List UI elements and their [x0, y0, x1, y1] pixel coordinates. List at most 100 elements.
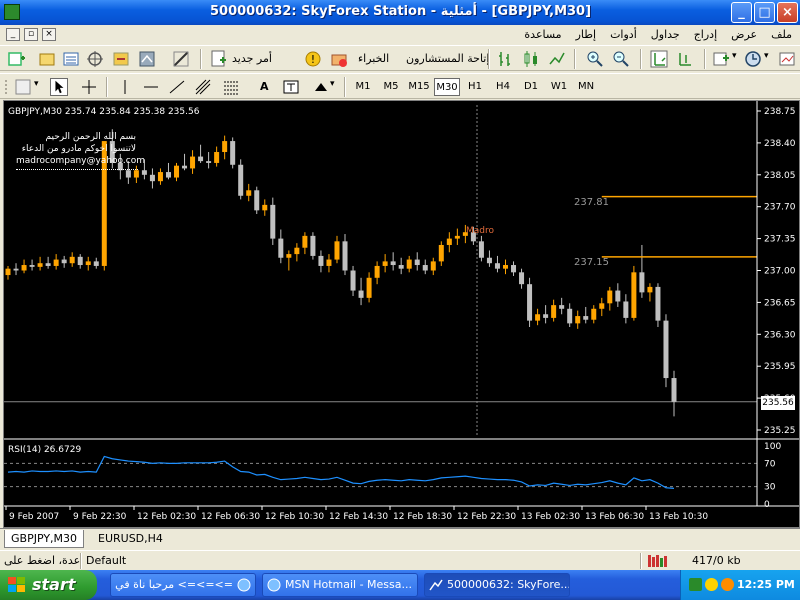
- mdi-close-icon[interactable]: ×: [42, 28, 56, 41]
- candle-body: [623, 301, 629, 318]
- arrows-dropdown-icon[interactable]: ▾: [330, 79, 335, 89]
- chart-shift-icon[interactable]: [676, 50, 694, 68]
- svg-text:!: !: [311, 53, 315, 66]
- candle-body: [631, 272, 637, 318]
- candle-body: [302, 235, 308, 248]
- candle-body: [350, 270, 356, 291]
- zoom-out-icon[interactable]: [612, 50, 630, 68]
- market-watch-icon[interactable]: [62, 50, 80, 68]
- menu-window[interactable]: إطار: [576, 28, 596, 41]
- new-chart-icon[interactable]: [8, 50, 26, 68]
- toolbar-separator: [640, 49, 642, 69]
- candle-body: [671, 378, 677, 402]
- candle-body: [543, 314, 549, 318]
- candle-body: [93, 261, 99, 266]
- terminal-icon[interactable]: [138, 50, 156, 68]
- menu-tools[interactable]: أدوات: [610, 28, 637, 41]
- properties-icon[interactable]: [14, 78, 32, 96]
- menu-charts[interactable]: جداول: [651, 28, 680, 41]
- new-order-button[interactable]: أمر جديد: [232, 52, 272, 65]
- candle-body: [318, 255, 324, 266]
- profiles-icon[interactable]: [38, 50, 56, 68]
- price-axis-label: 238.75: [764, 107, 796, 117]
- timeframe-d1[interactable]: D1: [520, 78, 542, 96]
- tab-eurusd-h4[interactable]: EURUSD,H4: [92, 530, 169, 548]
- minimize-button[interactable]: _: [731, 2, 752, 23]
- candle-body: [655, 286, 661, 321]
- expert-advisors-icon[interactable]: [330, 50, 348, 68]
- standard-toolbar: أمر جديد ! الخبراء إتاحة المستشارون ▾ ▾: [0, 45, 800, 71]
- crosshair-icon[interactable]: [80, 78, 98, 96]
- candle-body: [615, 290, 621, 302]
- chart-window[interactable]: 100 70 30 0 238.75 238.40 238.05 237.70 237.35 2…: [3, 100, 800, 528]
- menu-view[interactable]: عرض: [731, 28, 757, 41]
- candle-body: [607, 290, 613, 304]
- vertical-line-icon[interactable]: [116, 78, 134, 96]
- navigator-icon[interactable]: [112, 50, 130, 68]
- menu-items: ملف عرض إدراج جداول أدوات إطار مساعدة: [524, 28, 792, 41]
- properties-dropdown-icon[interactable]: ▾: [34, 79, 39, 89]
- network-tray-icon[interactable]: [689, 578, 702, 591]
- mdi-restore-icon[interactable]: ▫: [24, 28, 38, 41]
- toolbar-separator: [106, 77, 108, 97]
- timeframe-w1[interactable]: W1: [548, 78, 570, 96]
- taskbar-button-skyforex-label: 500000632: SkyFore...: [447, 578, 570, 591]
- status-divider: [640, 553, 642, 569]
- candle-body: [214, 152, 220, 163]
- candle-body: [502, 265, 508, 269]
- candlestick-icon[interactable]: [522, 50, 540, 68]
- title-bar: 500000632: SkyForex Station - أمثلية - […: [0, 0, 800, 25]
- fibonacci-icon[interactable]: [222, 78, 240, 96]
- candle-body: [238, 164, 244, 196]
- taskbar-button-skyforex[interactable]: 500000632: SkyFore...: [424, 573, 570, 597]
- tab-gbpjpy-m30[interactable]: GBPJPY,M30: [4, 530, 85, 548]
- timeframe-h4[interactable]: H4: [492, 78, 514, 96]
- bar-chart-icon[interactable]: [496, 50, 514, 68]
- auto-scroll-icon[interactable]: [650, 50, 668, 68]
- horizontal-line-icon[interactable]: [142, 78, 160, 96]
- close-button[interactable]: ×: [777, 2, 798, 23]
- periods-dropdown-icon[interactable]: ▾: [764, 51, 769, 61]
- line-chart-icon[interactable]: [548, 50, 566, 68]
- indicators-icon[interactable]: [712, 50, 730, 68]
- experts-warning-icon[interactable]: !: [304, 50, 322, 68]
- trendline-icon[interactable]: [168, 78, 186, 96]
- price-axis-label: 238.40: [764, 139, 796, 149]
- taskbar-button-hotmail[interactable]: MSN Hotmail - Messa...: [262, 573, 418, 597]
- start-button[interactable]: start: [0, 570, 97, 600]
- messenger-tray-icon[interactable]: [705, 578, 718, 591]
- text-label-icon[interactable]: [282, 78, 300, 96]
- data-window-icon[interactable]: [86, 50, 104, 68]
- taskbar-button-forum[interactable]: =>=>=> مرحبا ناة في ال...: [110, 573, 256, 597]
- periods-clock-icon[interactable]: [744, 50, 762, 68]
- menu-insert[interactable]: إدراج: [694, 28, 717, 41]
- maximize-button[interactable]: □: [754, 2, 775, 23]
- new-order-icon[interactable]: [210, 50, 228, 68]
- candle-body: [157, 172, 163, 182]
- strategy-tester-icon[interactable]: [172, 50, 190, 68]
- channel-icon[interactable]: [194, 78, 212, 96]
- cursor-icon[interactable]: [50, 78, 68, 96]
- chart-comment-email: madrocompany@yahoo.com: [16, 156, 145, 166]
- templates-icon[interactable]: [778, 50, 796, 68]
- expert-advisors-label[interactable]: الخبراء: [358, 52, 389, 65]
- menu-file[interactable]: ملف: [771, 28, 792, 41]
- timeframe-m1[interactable]: M1: [352, 78, 374, 96]
- candle-body: [37, 263, 43, 267]
- menu-help[interactable]: مساعدة: [524, 28, 561, 41]
- text-tool-button[interactable]: A: [260, 80, 269, 93]
- indicators-dropdown-icon[interactable]: ▾: [732, 51, 737, 61]
- arrows-icon[interactable]: [312, 78, 330, 96]
- candle-body: [663, 320, 669, 379]
- timeframe-h1[interactable]: H1: [464, 78, 486, 96]
- smiley-tray-icon[interactable]: [721, 578, 734, 591]
- timeframe-m30[interactable]: M30: [434, 78, 460, 96]
- timeframe-m15[interactable]: M15: [406, 78, 432, 96]
- time-axis-label: 12 Feb 06:30: [201, 512, 260, 522]
- timeframe-mn[interactable]: MN: [574, 78, 598, 96]
- mdi-minimize-icon[interactable]: _: [6, 28, 20, 41]
- zoom-in-icon[interactable]: [586, 50, 604, 68]
- candle-body: [535, 314, 541, 321]
- enable-advisors-label[interactable]: إتاحة المستشارون: [406, 52, 489, 65]
- timeframe-m5[interactable]: M5: [380, 78, 402, 96]
